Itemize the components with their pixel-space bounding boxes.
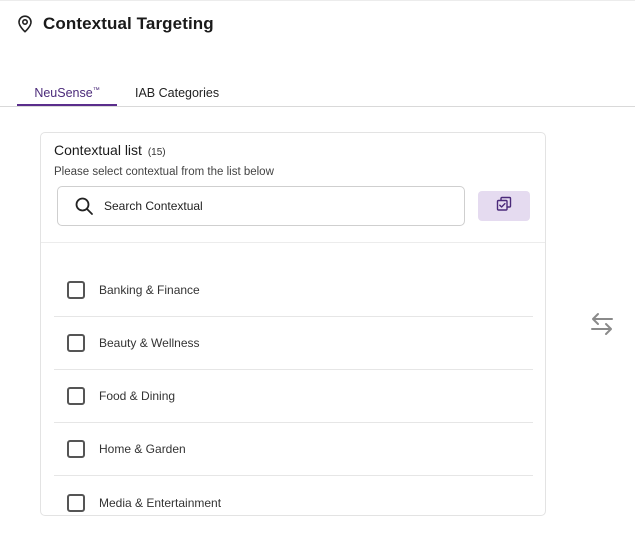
tab-bar: NeuSense™ IAB Categories xyxy=(0,81,635,107)
list-item[interactable]: Home & Garden xyxy=(54,423,533,476)
search-icon xyxy=(74,196,94,216)
search-box xyxy=(57,186,465,226)
tab-neusense[interactable]: NeuSense™ xyxy=(17,86,117,106)
list-item-label: Home & Garden xyxy=(99,442,186,456)
page-title: Contextual Targeting xyxy=(43,14,214,33)
trademark-mark: ™ xyxy=(92,87,100,94)
list-item-label: Media & Entertainment xyxy=(99,495,222,510)
list-item-label: Food & Dining xyxy=(99,389,176,403)
swap-arrows-icon[interactable] xyxy=(590,312,614,336)
list-item[interactable]: Food & Dining xyxy=(54,370,533,423)
search-input[interactable] xyxy=(104,199,404,213)
select-all-button[interactable] xyxy=(478,191,530,221)
page-header: Contextual Targeting xyxy=(17,14,214,34)
location-pin-icon xyxy=(17,14,35,34)
checkbox[interactable] xyxy=(67,334,85,352)
copy-check-icon xyxy=(496,196,512,217)
list-item[interactable]: Beauty & Wellness xyxy=(54,317,533,370)
tab-iab-categories[interactable]: IAB Categories xyxy=(135,86,219,100)
item-count: (15) xyxy=(147,147,166,158)
tab-neusense-label: NeuSense xyxy=(34,86,93,100)
list-item-label: Banking & Finance xyxy=(99,283,200,297)
checkbox[interactable] xyxy=(67,387,85,405)
list-item[interactable]: Media & Entertainment xyxy=(54,476,533,515)
card-header: Contextual list (15) Please select conte… xyxy=(41,133,545,243)
checkbox[interactable] xyxy=(67,440,85,458)
contextual-list: Banking & Finance Beauty & Wellness Food… xyxy=(54,264,533,515)
contextual-list-card: Contextual list (15) Please select conte… xyxy=(40,132,546,516)
page: Contextual Targeting NeuSense™ IAB Categ… xyxy=(0,0,635,558)
list-item[interactable]: Banking & Finance xyxy=(54,264,533,317)
checkbox[interactable] xyxy=(67,493,85,512)
list-item-label: Beauty & Wellness xyxy=(99,336,200,350)
card-title: Contextual list (15) xyxy=(54,142,166,158)
checkbox[interactable] xyxy=(67,281,85,299)
card-subtitle: Please select contextual from the list b… xyxy=(54,166,274,178)
card-title-text: Contextual list xyxy=(54,142,142,158)
